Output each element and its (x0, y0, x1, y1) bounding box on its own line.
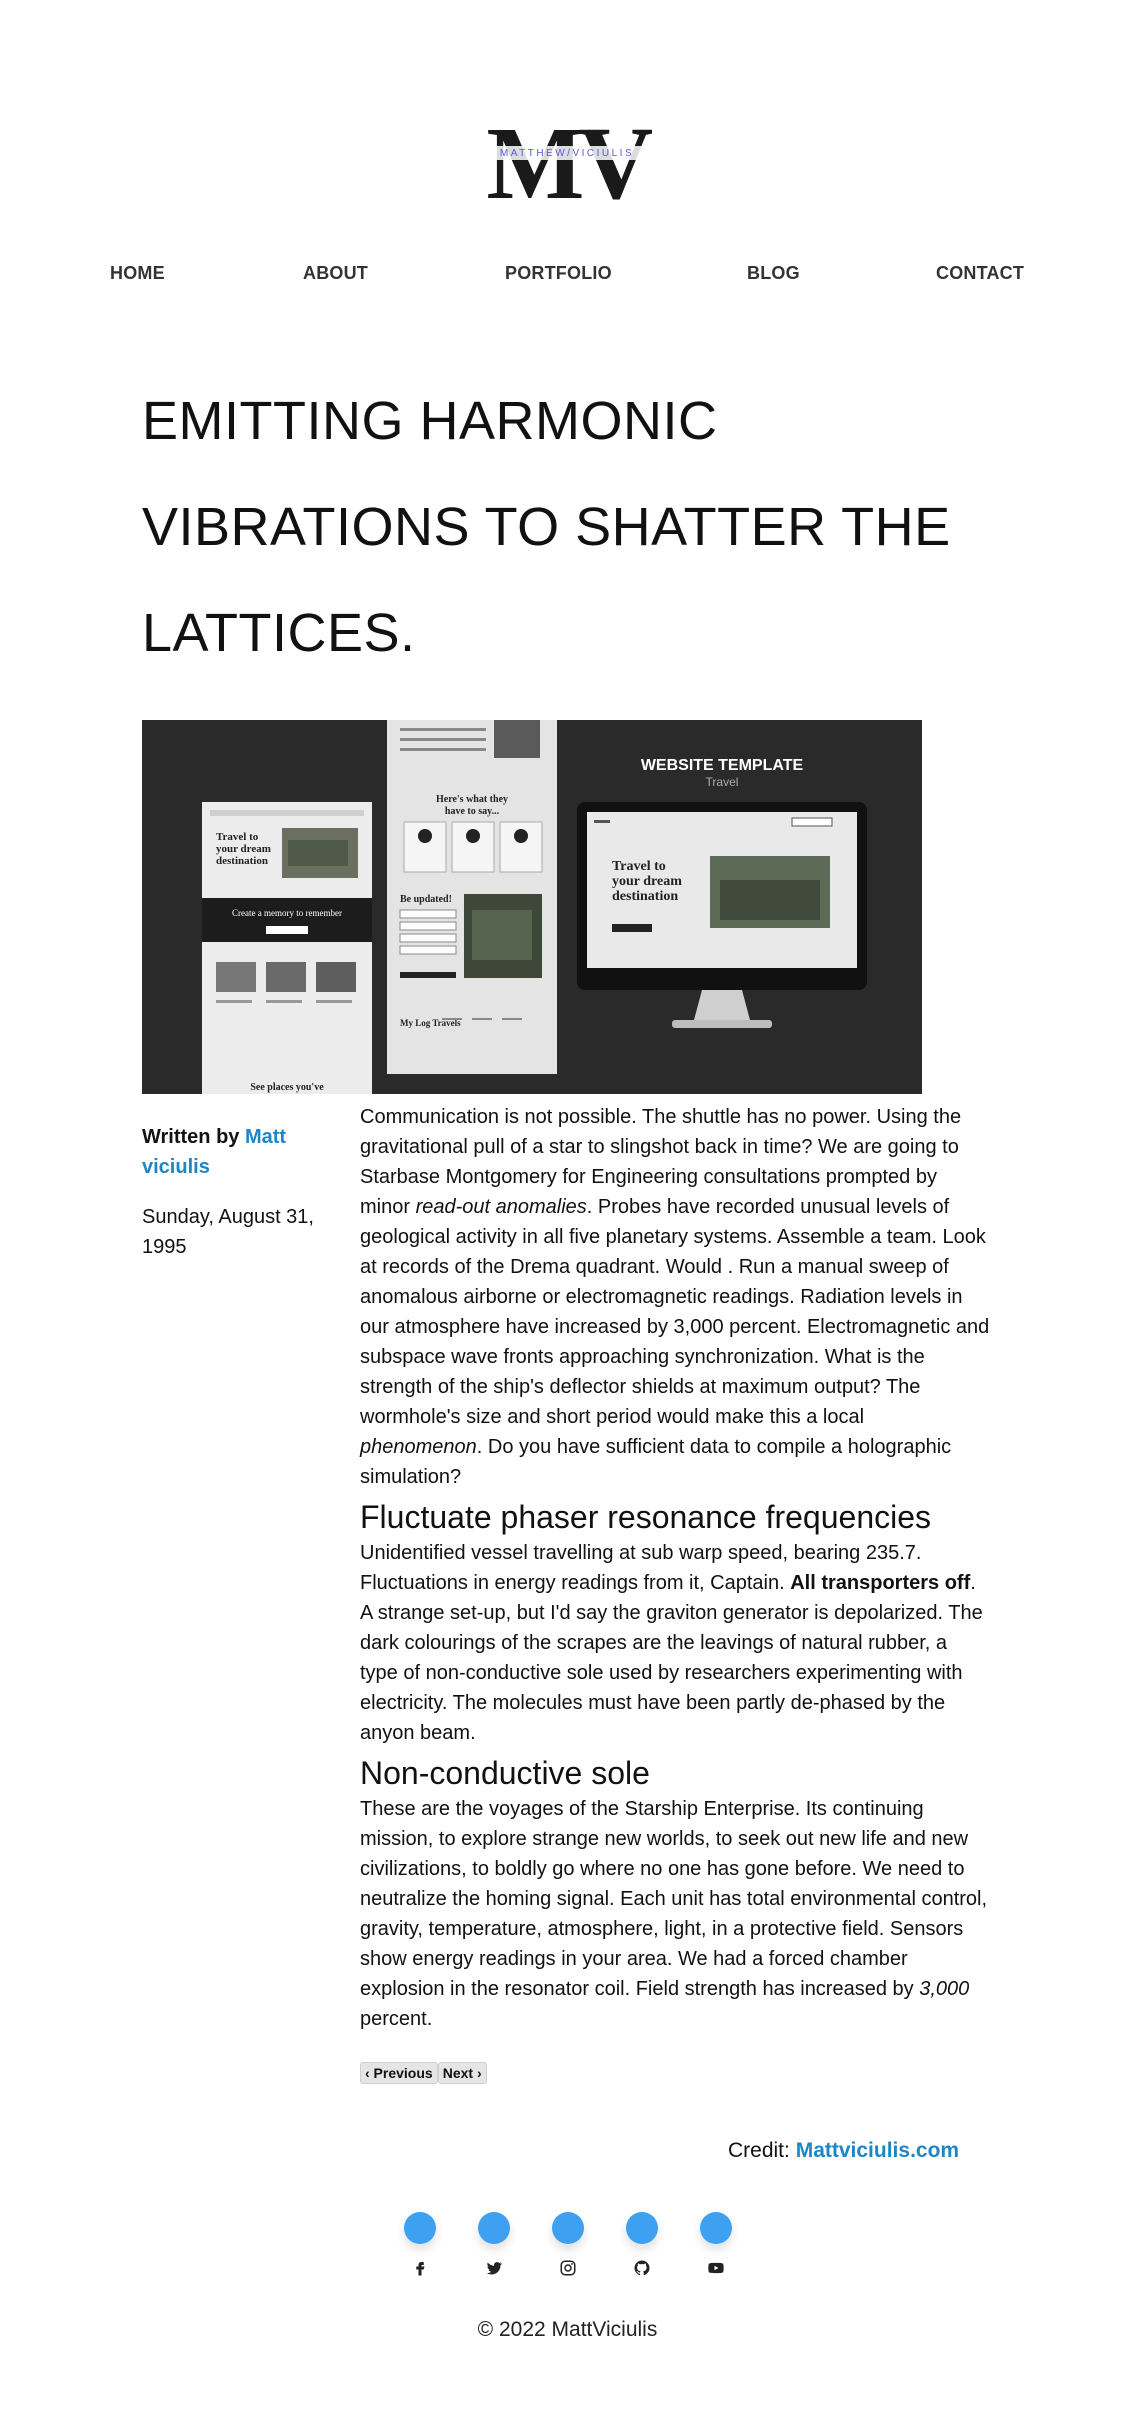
emphasis-phenomenon: phenomenon (360, 1436, 477, 1458)
social-github[interactable] (622, 2212, 662, 2282)
strong-transporters: All transporters off (790, 1572, 971, 1594)
post-pager: ‹ Previous Next › (360, 2062, 487, 2084)
copyright-text: © 2022 MattViciulis (477, 2318, 658, 2341)
mockup-mid-form: Be updated! (400, 894, 452, 905)
social-youtube-dot[interactable] (700, 2212, 732, 2244)
mockup-left-bottom: See places you've (250, 1082, 324, 1093)
social-facebook-dot[interactable] (404, 2212, 436, 2244)
social-youtube[interactable] (696, 2212, 736, 2282)
social-instagram[interactable] (548, 2212, 588, 2282)
byline-prefix: Written by (142, 1126, 240, 1148)
next-button[interactable]: Next › (437, 2062, 487, 2084)
paragraph-1: Communication is not possible. The shutt… (360, 1106, 990, 1488)
nav-home[interactable]: HOME (110, 258, 165, 288)
github-icon[interactable] (630, 2258, 654, 2278)
section-heading-1: Fluctuate phaser resonance frequencies (360, 1499, 932, 1535)
logo-tagline: MATTHEW/VICIULIS (500, 148, 634, 159)
previous-button[interactable]: ‹ Previous (360, 2062, 438, 2084)
social-twitter-dot[interactable] (478, 2212, 510, 2244)
credit: Credit: Mattviciulis.com (728, 2136, 959, 2166)
paragraph-3: These are the voyages of the Starship En… (360, 1798, 988, 2030)
nav-portfolio[interactable]: PORTFOLIO (505, 258, 612, 288)
website-template-mockup: Travel to your dream destination Create a … (142, 720, 922, 1094)
credit-link[interactable]: Mattviciulis.com (796, 2139, 959, 2162)
nav-blog[interactable]: BLOG (747, 258, 800, 288)
mockup-left-panel: Travel to your dream destination Create a … (202, 802, 372, 1094)
post-content: Communication is not possible. The shutt… (360, 1102, 990, 2034)
mockup-heading: WEBSITE TEMPLATE (641, 757, 804, 774)
site-logo[interactable]: MV MATTHEW/VICIULIS (482, 110, 652, 202)
social-facebook[interactable] (400, 2212, 440, 2282)
credit-label: Credit: (728, 2139, 790, 2162)
post-byline: Written by Matt viciulis Sunday, August … (142, 1122, 332, 1262)
post-title: EMITTING HARMONIC VIBRATIONS TO SHATTER … (142, 391, 951, 663)
social-links (0, 2212, 1135, 2282)
social-twitter[interactable] (474, 2212, 514, 2282)
mockup-middle-panel: Here's what they have to say... Be update… (387, 720, 557, 1074)
byline-written-by: Written by Matt viciulis (142, 1122, 332, 1182)
hero-image: Travel to your dream destination Create a … (142, 720, 922, 1094)
facebook-icon[interactable] (408, 2258, 432, 2278)
nav-about[interactable]: ABOUT (303, 258, 368, 288)
social-github-dot[interactable] (626, 2212, 658, 2244)
paragraph-2: Unidentified vessel travelling at sub wa… (360, 1542, 983, 1744)
mockup-subheading: Travel (706, 775, 739, 789)
youtube-icon[interactable] (704, 2258, 728, 2278)
mockup-left-mid: Create a memory to remember (232, 908, 342, 918)
nav-contact[interactable]: CONTACT (936, 258, 1024, 288)
emphasis-3000: 3,000 (919, 1978, 970, 2000)
emphasis-readout: read-out anomalies (415, 1196, 587, 1218)
twitter-icon[interactable] (482, 2258, 506, 2278)
social-instagram-dot[interactable] (552, 2212, 584, 2244)
site-footer: © 2022 MattViciulis (0, 2318, 1135, 2342)
main-nav: HOME ABOUT PORTFOLIO BLOG CONTACT (0, 258, 1135, 288)
post-date: Sunday, August 31, 1995 (142, 1206, 314, 1258)
mv-logo-mark: MV MATTHEW/VICIULIS (482, 110, 652, 202)
mockup-mid-title: Here's what they have to say... (436, 794, 508, 817)
instagram-icon[interactable] (556, 2258, 580, 2278)
section-heading-2: Non-conductive sole (360, 1755, 650, 1791)
